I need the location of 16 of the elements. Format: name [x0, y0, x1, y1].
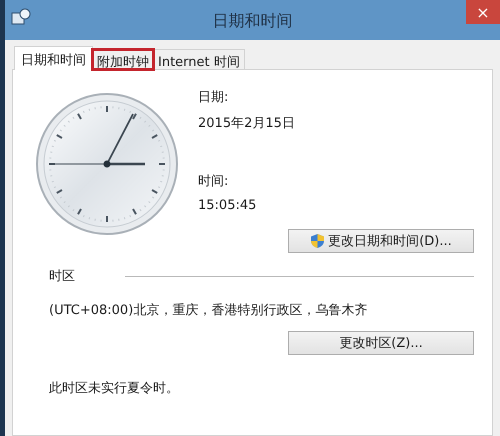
tab[interactable]: Internet 时间 — [153, 49, 245, 70]
shield-icon — [310, 233, 326, 249]
tab[interactable]: 附加时钟 — [92, 49, 154, 70]
time-value: 15:05:45 — [198, 198, 258, 213]
change-date-time-button[interactable]: 更改日期和时间(D)... — [288, 229, 474, 253]
window-app-icon — [11, 8, 31, 26]
close-button[interactable]: × — [466, 0, 500, 24]
window-title: 日期和时间 — [212, 10, 292, 32]
change-timezone-button[interactable]: 更改时区(Z)... — [288, 331, 474, 355]
timezone-value: (UTC+08:00)北京，重庆，香港特别行政区，乌鲁木齐 — [49, 302, 368, 319]
date-value: 2015年2月15日 — [198, 115, 296, 132]
tab[interactable]: 日期和时间 — [14, 46, 93, 70]
date-label: 日期: — [198, 89, 230, 106]
dst-note: 此时区未实行夏令时。 — [49, 380, 180, 397]
time-label: 时间: — [198, 173, 230, 190]
timezone-heading: 时区 — [49, 268, 75, 285]
